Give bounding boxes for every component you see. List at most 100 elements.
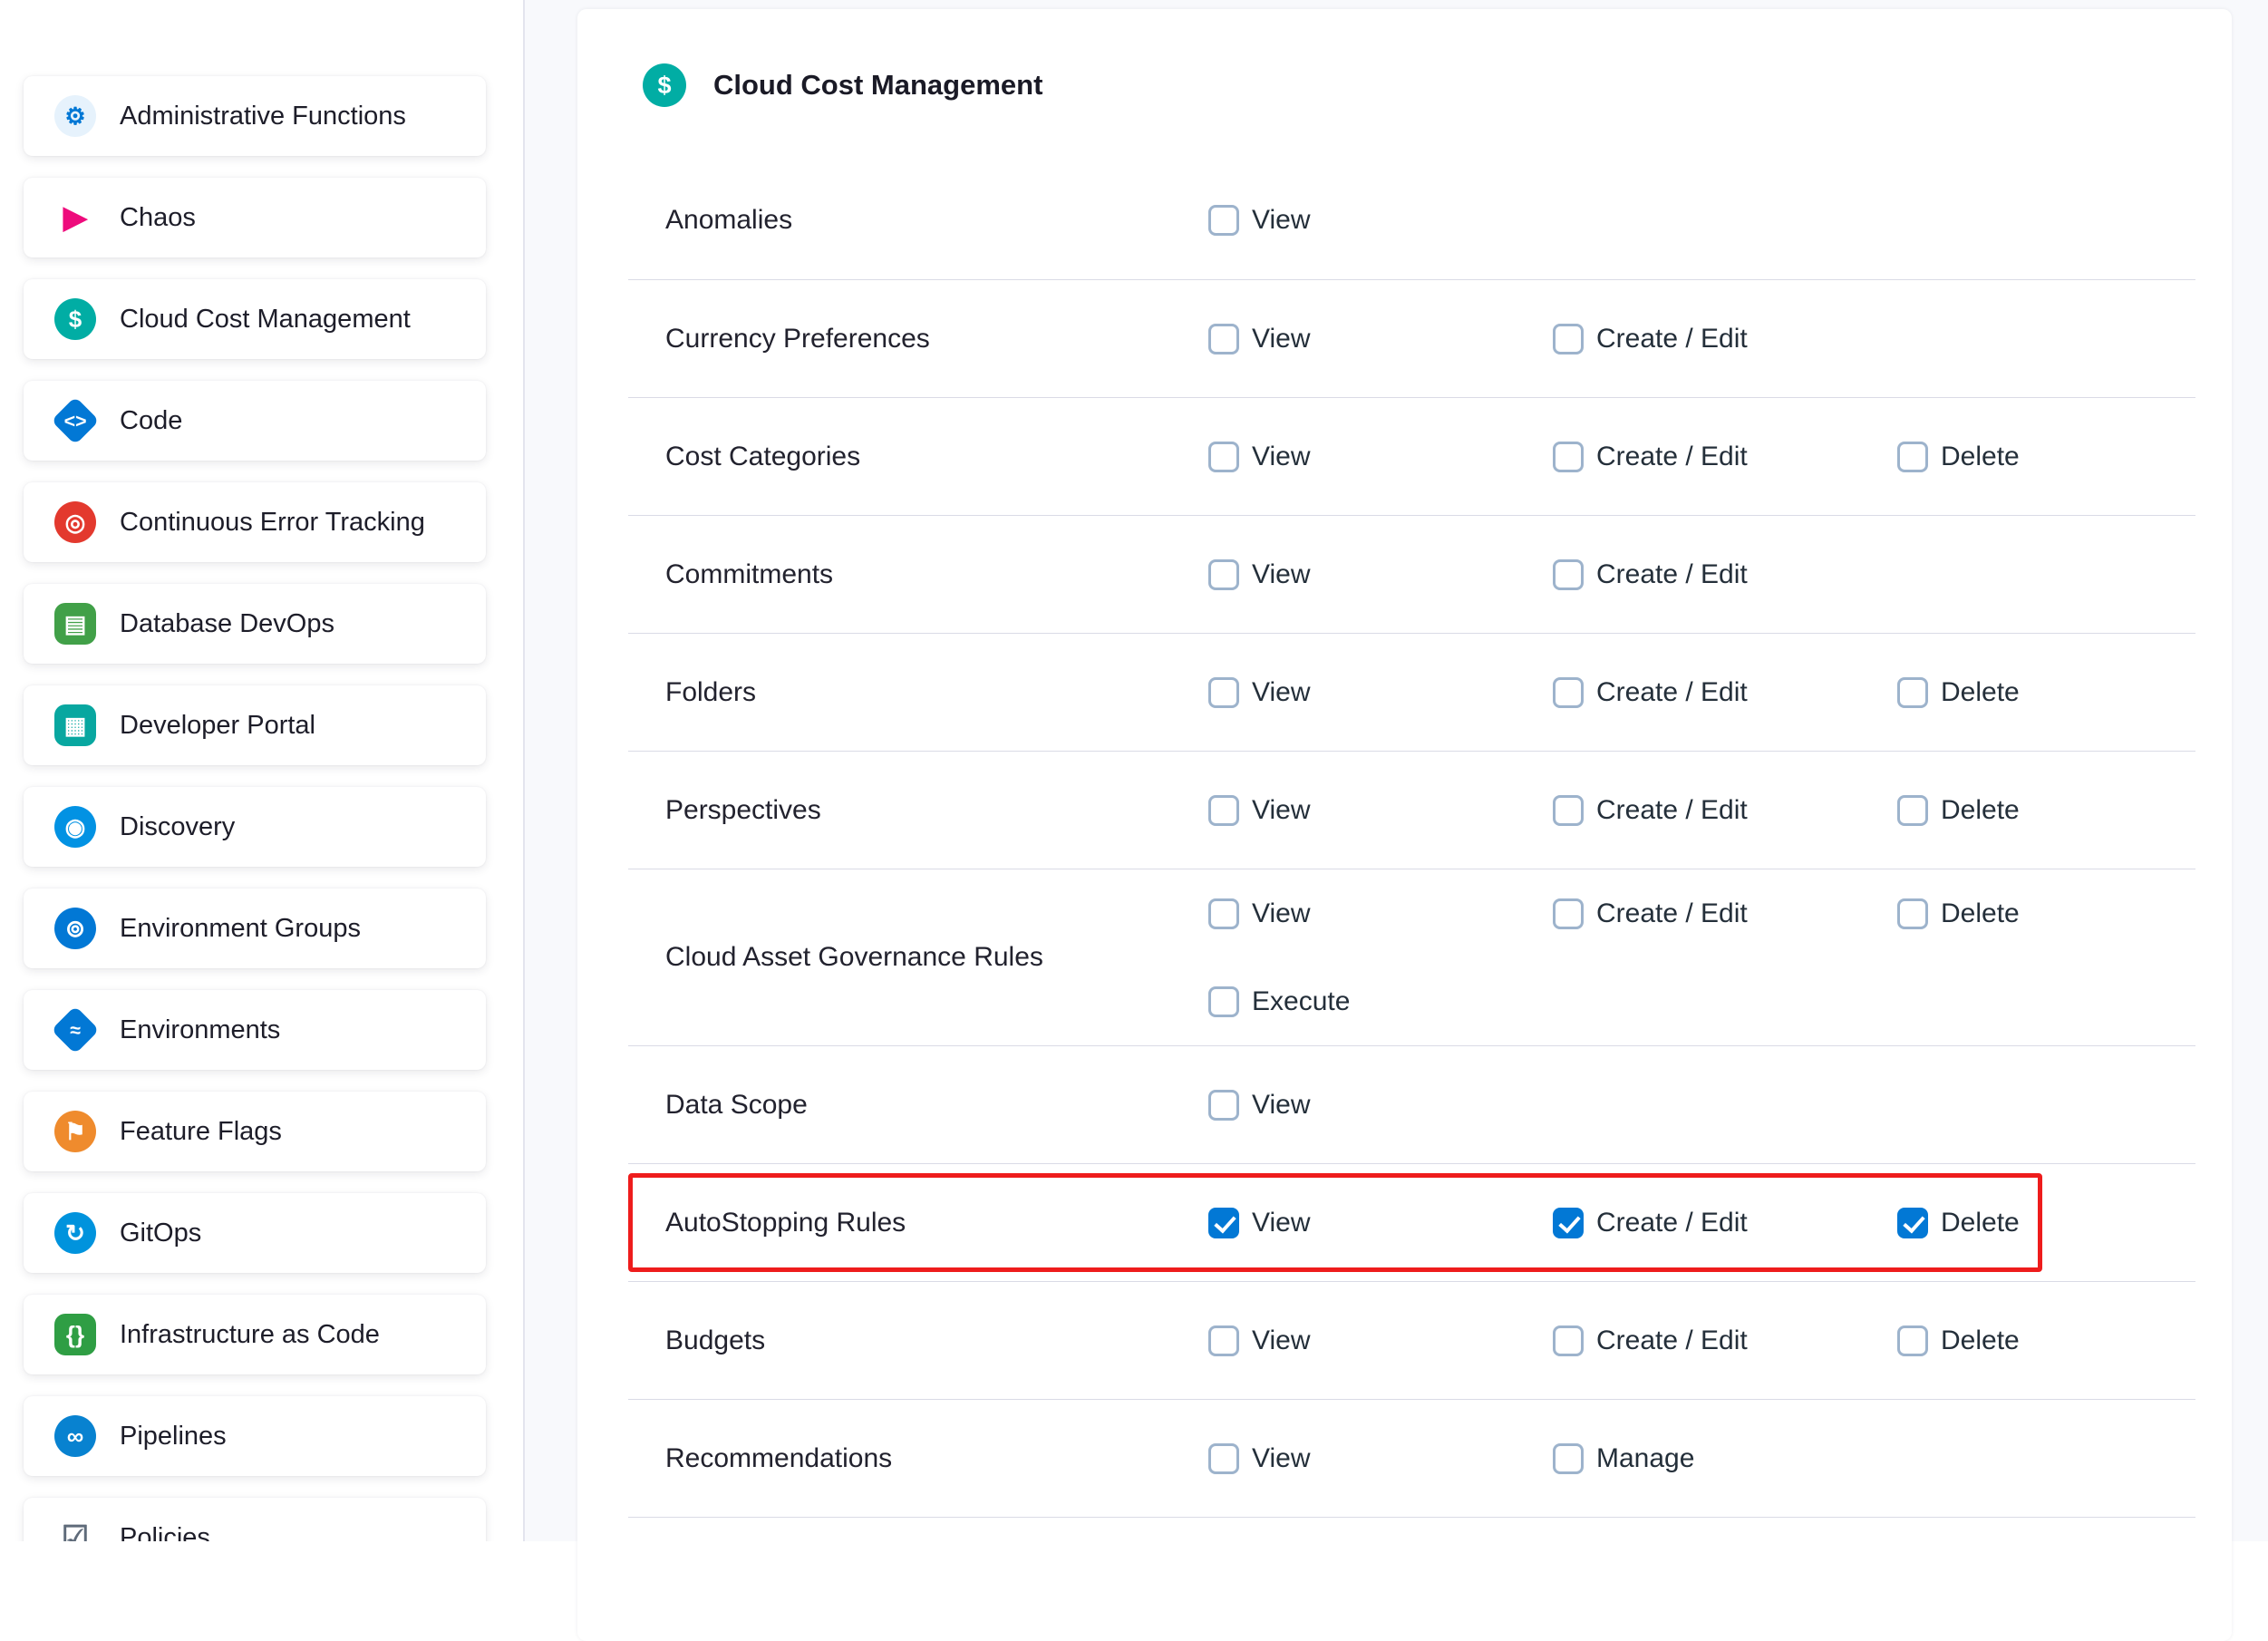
checkbox[interactable]: [1208, 677, 1239, 708]
checkbox[interactable]: [1897, 898, 1928, 929]
permission-group-label: Cloud Asset Governance Rules: [628, 942, 1208, 973]
checkbox[interactable]: [1897, 1208, 1928, 1238]
permission-view[interactable]: View: [1208, 1090, 1553, 1121]
checkbox[interactable]: [1553, 898, 1584, 929]
sidebar-item-label: Environment Groups: [120, 914, 361, 944]
sidebar-item-environment-groups[interactable]: ⊚ Environment Groups: [24, 888, 486, 968]
permission-label: Delete: [1941, 1208, 2020, 1238]
permission-view[interactable]: View: [1208, 795, 1553, 826]
permission-row-budgets: Budgets View Create / Edit Delete: [628, 1281, 2195, 1399]
sidebar-item-label: Environments: [120, 1015, 280, 1045]
sidebar-item-developer-portal[interactable]: ▦ Developer Portal: [24, 685, 486, 765]
sidebar-item-list: ⚙ Administrative Functions ▶ Chaos $ Clo…: [24, 76, 523, 1541]
permission-label: Create / Edit: [1596, 559, 1748, 590]
sidebar-item-code[interactable]: <> Code: [24, 381, 486, 461]
permission-delete[interactable]: Delete: [1897, 1208, 2195, 1238]
permission-view[interactable]: View: [1208, 1208, 1553, 1238]
permission-view[interactable]: View: [1208, 559, 1553, 590]
permission-label: View: [1252, 898, 1310, 929]
permission-create-edit[interactable]: Create / Edit: [1553, 1325, 1897, 1356]
checkbox[interactable]: [1897, 795, 1928, 826]
checkbox[interactable]: [1208, 1208, 1239, 1238]
permission-create-edit[interactable]: Create / Edit: [1553, 795, 1897, 826]
permission-label: Delete: [1941, 1325, 2020, 1356]
permission-label: Create / Edit: [1596, 1208, 1748, 1238]
permission-row-recommendations: Recommendations View Manage: [628, 1399, 2195, 1517]
permission-delete[interactable]: Delete: [1897, 677, 2195, 708]
checkbox[interactable]: [1897, 1325, 1928, 1356]
cloud-dollar-icon: $: [54, 298, 96, 340]
checkbox[interactable]: [1553, 795, 1584, 826]
permission-view[interactable]: View: [1208, 205, 1553, 236]
checkbox[interactable]: [1897, 677, 1928, 708]
permission-view[interactable]: View: [1208, 677, 1553, 708]
checkbox[interactable]: [1897, 442, 1928, 472]
permission-view[interactable]: View: [1208, 1443, 1553, 1474]
checkbox[interactable]: [1208, 205, 1239, 236]
checkbox[interactable]: [1553, 324, 1584, 354]
permission-create-edit[interactable]: Create / Edit: [1553, 559, 1897, 590]
permission-create-edit[interactable]: Create / Edit: [1553, 677, 1897, 708]
permission-label: View: [1252, 795, 1310, 826]
checkbox[interactable]: [1553, 1208, 1584, 1238]
permission-label: Create / Edit: [1596, 795, 1748, 826]
developer-portal-icon: ▦: [54, 704, 96, 746]
sidebar-item-policies[interactable]: ☑ Policies: [24, 1498, 486, 1541]
permission-manage[interactable]: Manage: [1553, 1443, 1897, 1474]
checkbox[interactable]: [1208, 442, 1239, 472]
permission-create-edit[interactable]: Create / Edit: [1553, 442, 1897, 472]
checkbox[interactable]: [1208, 898, 1239, 929]
permission-label: Execute: [1252, 986, 1350, 1017]
chaos-icon: ▶: [54, 197, 96, 238]
permission-group-label: AutoStopping Rules: [628, 1208, 1208, 1238]
checkbox[interactable]: [1553, 1443, 1584, 1474]
permission-group-label: Data Scope: [628, 1090, 1208, 1121]
checkbox[interactable]: [1553, 559, 1584, 590]
permission-view[interactable]: View: [1208, 898, 1553, 929]
sidebar-item-pipelines[interactable]: ∞ Pipelines: [24, 1396, 486, 1476]
permission-create-edit[interactable]: Create / Edit: [1553, 1208, 1897, 1238]
permission-group-label: Recommendations: [628, 1443, 1208, 1474]
sidebar-item-database-devops[interactable]: ▤ Database DevOps: [24, 584, 486, 664]
permission-row-autostopping-rules: AutoStopping Rules View Create / Edit De…: [628, 1163, 2195, 1281]
sidebar-item-continuous-error-tracking[interactable]: ◎ Continuous Error Tracking: [24, 482, 486, 562]
permission-delete[interactable]: Delete: [1897, 1325, 2195, 1356]
sidebar-item-label: Code: [120, 406, 182, 436]
sidebar-item-label: Database DevOps: [120, 609, 334, 639]
permission-create-edit[interactable]: Create / Edit: [1553, 898, 1897, 929]
permission-label: Delete: [1941, 677, 2020, 708]
pipelines-icon: ∞: [54, 1415, 96, 1457]
sidebar-item-environments[interactable]: ≈ Environments: [24, 990, 486, 1070]
checkbox[interactable]: [1553, 677, 1584, 708]
permission-label: View: [1252, 1208, 1310, 1238]
panel-header: $ Cloud Cost Management: [628, 9, 2195, 161]
checkbox[interactable]: [1553, 442, 1584, 472]
permission-execute[interactable]: Execute: [1208, 986, 1553, 1017]
permission-view[interactable]: View: [1208, 1325, 1553, 1356]
checkbox[interactable]: [1208, 559, 1239, 590]
permission-view[interactable]: View: [1208, 324, 1553, 354]
permission-label: View: [1252, 1090, 1310, 1121]
sidebar-item-chaos[interactable]: ▶ Chaos: [24, 178, 486, 257]
permission-delete[interactable]: Delete: [1897, 795, 2195, 826]
sidebar-item-feature-flags[interactable]: ⚑ Feature Flags: [24, 1092, 486, 1171]
checkbox[interactable]: [1208, 1325, 1239, 1356]
sidebar-item-administrative-functions[interactable]: ⚙ Administrative Functions: [24, 76, 486, 156]
permission-create-edit[interactable]: Create / Edit: [1553, 324, 1897, 354]
checkbox[interactable]: [1208, 1443, 1239, 1474]
permission-label: Delete: [1941, 898, 2020, 929]
permission-group-label: Currency Preferences: [628, 324, 1208, 354]
checkbox[interactable]: [1208, 795, 1239, 826]
sidebar-item-infrastructure-as-code[interactable]: {} Infrastructure as Code: [24, 1295, 486, 1374]
sidebar-item-discovery[interactable]: ◉ Discovery: [24, 787, 486, 867]
sidebar-item-gitops[interactable]: ↻ GitOps: [24, 1193, 486, 1273]
sidebar-item-label: Chaos: [120, 203, 196, 233]
permission-delete[interactable]: Delete: [1897, 442, 2195, 472]
sidebar-item-cloud-cost-management[interactable]: $ Cloud Cost Management: [24, 279, 486, 359]
checkbox[interactable]: [1208, 986, 1239, 1017]
checkbox[interactable]: [1553, 1325, 1584, 1356]
checkbox[interactable]: [1208, 324, 1239, 354]
permission-delete[interactable]: Delete: [1897, 898, 2195, 929]
permission-view[interactable]: View: [1208, 442, 1553, 472]
checkbox[interactable]: [1208, 1090, 1239, 1121]
